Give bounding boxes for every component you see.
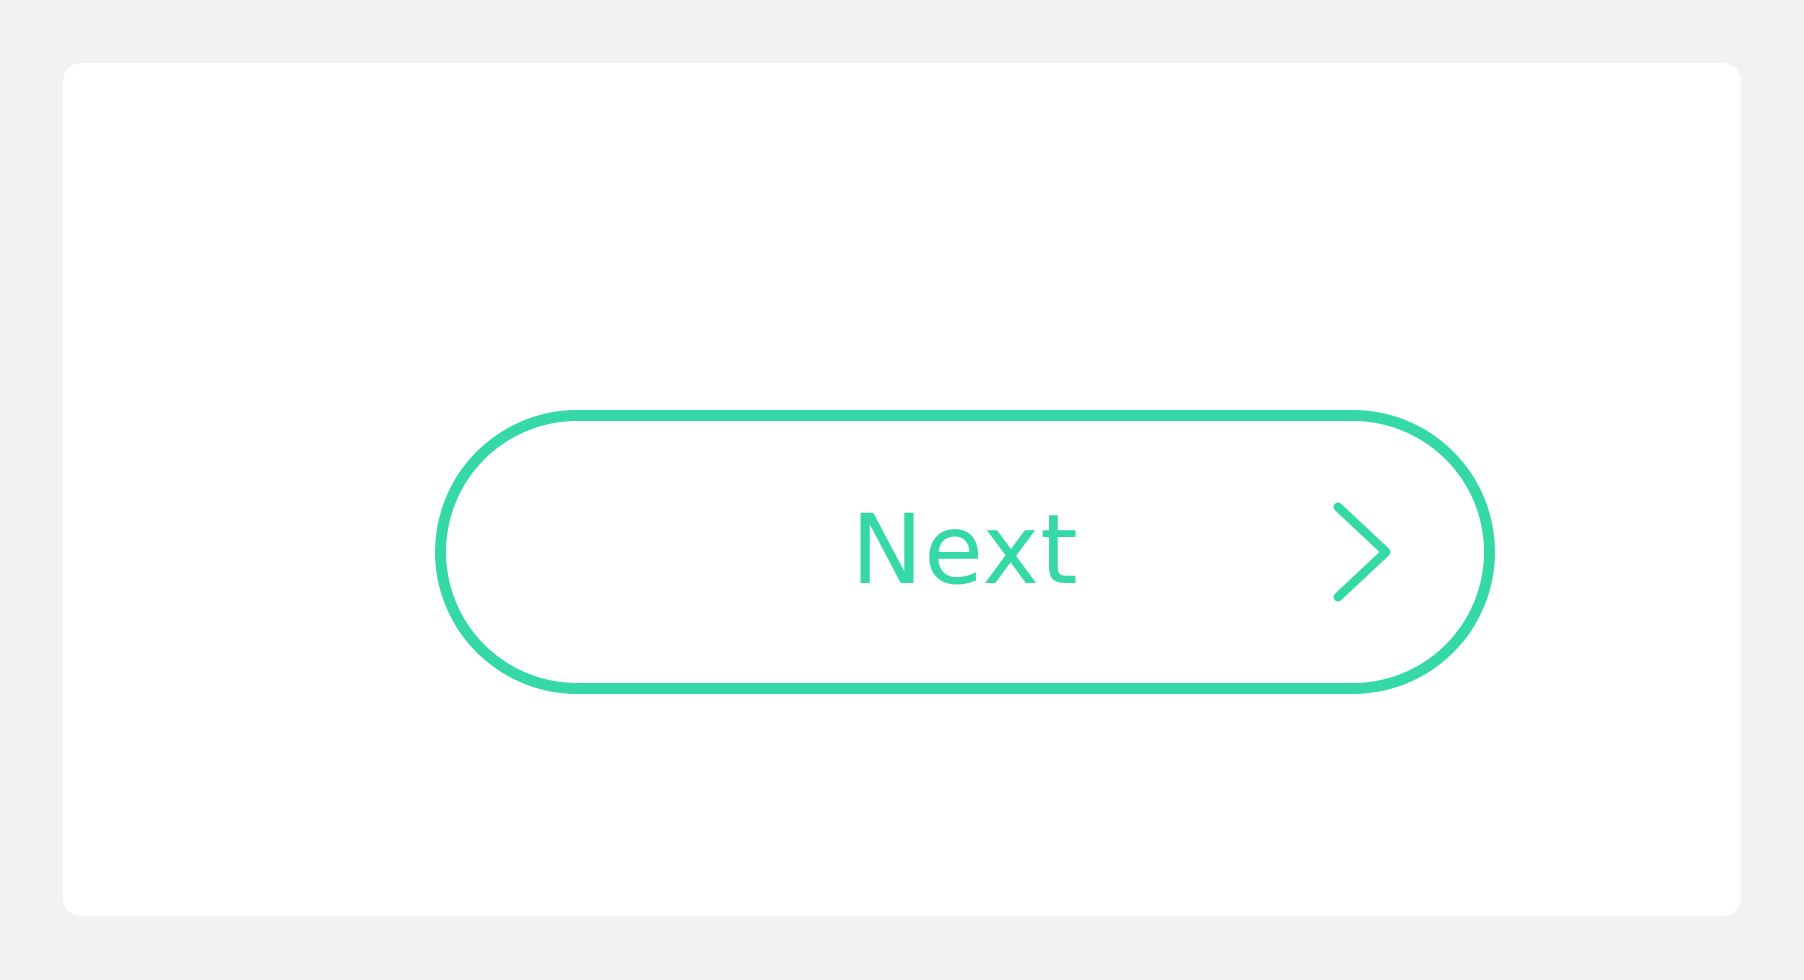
chevron-right-icon — [1330, 499, 1400, 605]
next-button[interactable]: Next — [435, 410, 1495, 694]
next-button-label: Next — [851, 494, 1079, 606]
button-card: Next — [63, 63, 1741, 916]
